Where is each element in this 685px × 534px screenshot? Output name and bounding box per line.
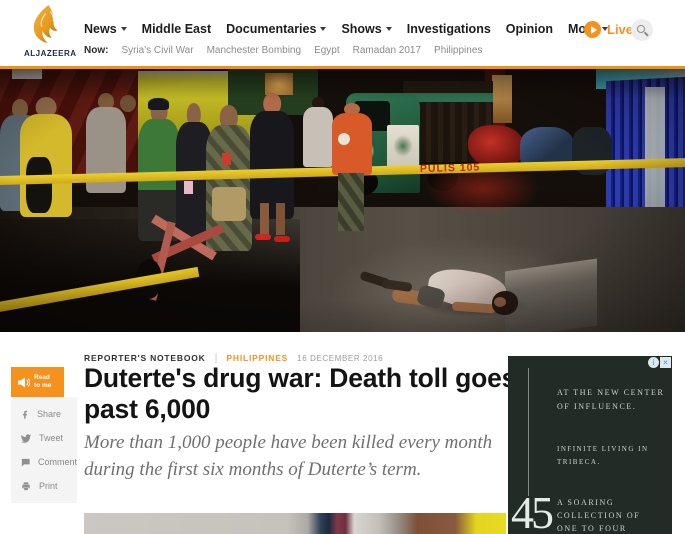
- tweet-button[interactable]: Tweet: [11, 426, 77, 450]
- now-ticker: Now: Syria's Civil War Manchester Bombin…: [84, 45, 482, 56]
- read-to-me-line1: Read: [34, 374, 50, 381]
- nav-item-shows[interactable]: Shows: [341, 22, 391, 36]
- nav-label: Documentaries: [226, 22, 316, 36]
- search-icon-handle: [644, 31, 648, 35]
- ticker-label: Now:: [84, 45, 108, 56]
- comment-button[interactable]: Comment: [11, 450, 77, 474]
- ad-choices: i ×: [648, 357, 671, 368]
- ad-building-number: 45: [511, 486, 551, 534]
- nav-item-news[interactable]: News: [84, 22, 127, 36]
- hero-image: PULIS 105: [0, 69, 685, 332]
- main-nav: News Middle East Documentaries Shows Inv…: [84, 22, 608, 36]
- aljazeera-flame-icon: [29, 4, 66, 44]
- chevron-down-icon: [121, 27, 127, 31]
- nav-item-middle-east[interactable]: Middle East: [142, 22, 211, 36]
- nav-item-investigations[interactable]: Investigations: [407, 22, 491, 36]
- live-label: Live: [607, 22, 633, 37]
- share-facebook-button[interactable]: Share: [11, 402, 77, 426]
- ad-headline: AT THE NEW CENTER OF INFLUENCE.: [557, 386, 671, 414]
- share-tools-panel: Share Tweet Comment Print: [11, 397, 77, 503]
- play-icon: [584, 21, 601, 38]
- comment-label: Comment: [38, 457, 77, 467]
- share-label: Share: [37, 409, 61, 419]
- nav-label: News: [84, 22, 117, 36]
- ticker-item[interactable]: Manchester Bombing: [207, 45, 302, 56]
- chevron-down-icon: [386, 27, 392, 31]
- aljazeera-article-page: ALJAZEERA News Middle East Documentaries…: [0, 0, 685, 534]
- ad-subheadline: INFINITE LIVING IN TRIBECA.: [557, 443, 657, 469]
- print-button[interactable]: Print: [11, 474, 77, 498]
- chevron-down-icon: [320, 27, 326, 31]
- read-to-me-line2: to me: [34, 382, 51, 389]
- article-title: Duterte's drug war: Death toll goes past…: [84, 363, 520, 424]
- article-date: 16 DECEMBER 2016: [297, 354, 383, 363]
- article-body-image: [84, 513, 506, 534]
- live-button[interactable]: Live: [584, 21, 633, 38]
- nav-label: Middle East: [142, 22, 211, 36]
- nav-item-opinion[interactable]: Opinion: [506, 22, 553, 36]
- nav-label: Shows: [341, 22, 381, 36]
- speaker-icon: [17, 376, 30, 389]
- ticker-item[interactable]: Egypt: [314, 45, 340, 56]
- photo-top-shade: [0, 69, 685, 99]
- nav-item-documentaries[interactable]: Documentaries: [226, 22, 326, 36]
- ticker-item[interactable]: Philippines: [434, 45, 482, 56]
- section-link-philippines[interactable]: PHILIPPINES: [226, 353, 288, 363]
- nav-label: Opinion: [506, 22, 553, 36]
- ad-info-icon[interactable]: i: [648, 357, 659, 368]
- read-to-me-button[interactable]: Read to me: [11, 367, 64, 397]
- comment-icon: [20, 457, 31, 468]
- facebook-icon: [20, 409, 30, 420]
- ticker-item[interactable]: Syria's Civil War: [121, 45, 193, 56]
- aljazeera-logo[interactable]: ALJAZEERA: [24, 4, 70, 58]
- article-standfirst: More than 1,000 people have been killed …: [84, 430, 520, 484]
- ad-divider-line: [528, 368, 529, 496]
- ticker-item[interactable]: Ramadan 2017: [353, 45, 421, 56]
- nav-label: Investigations: [407, 22, 491, 36]
- printer-icon: [20, 481, 32, 492]
- search-button[interactable]: [631, 19, 653, 41]
- ad-close-icon[interactable]: ×: [660, 357, 671, 368]
- ad-tagline: A SOARING COLLECTION OF ONE TO FOUR: [557, 497, 652, 534]
- site-header: ALJAZEERA News Middle East Documentaries…: [0, 0, 685, 66]
- tweet-label: Tweet: [39, 433, 63, 443]
- advertisement[interactable]: i × AT THE NEW CENTER OF INFLUENCE. INFI…: [508, 356, 672, 534]
- kicker-label: REPORTER'S NOTEBOOK: [84, 353, 206, 363]
- brand-wordmark: ALJAZEERA: [24, 49, 70, 58]
- twitter-icon: [20, 433, 32, 444]
- photo-vignette: [0, 69, 685, 332]
- print-label: Print: [39, 481, 58, 491]
